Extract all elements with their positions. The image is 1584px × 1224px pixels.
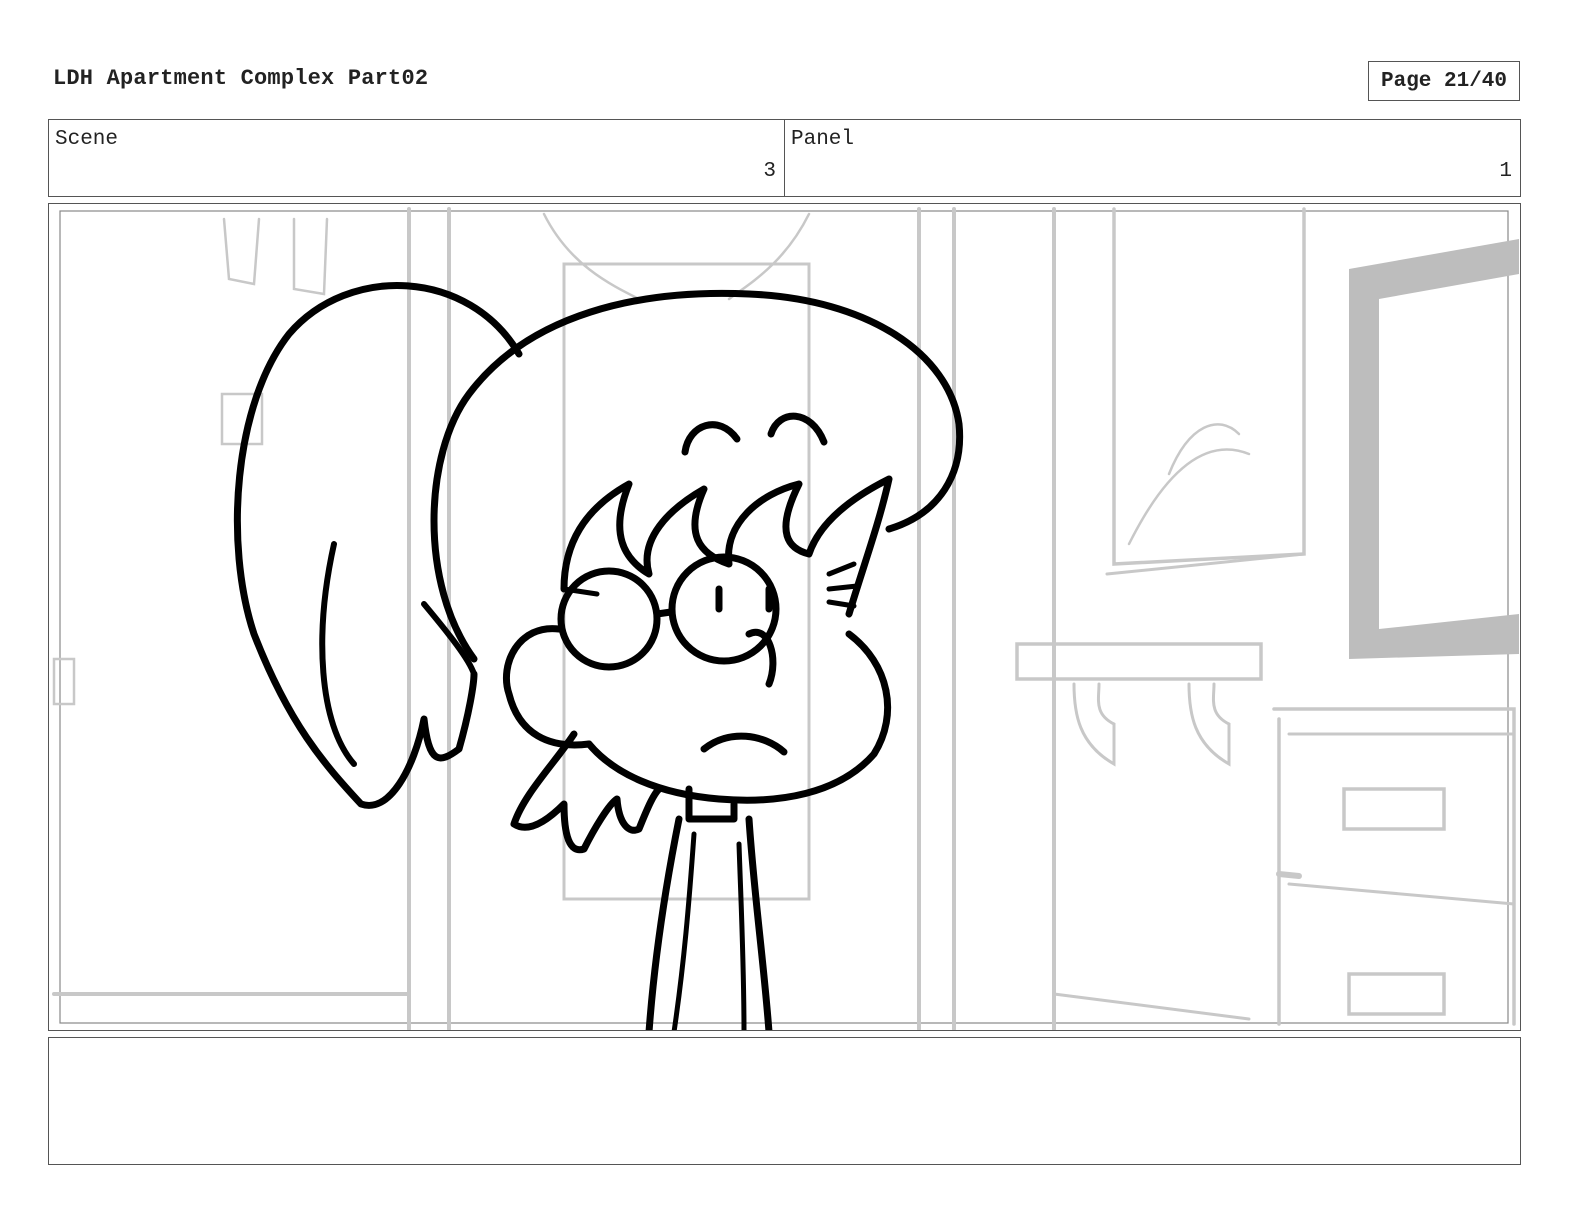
- background-layout: [52, 207, 1516, 1030]
- scene-number: 3: [763, 160, 776, 183]
- scene-panel-info: Scene 3 Panel 1: [48, 119, 1521, 197]
- character-drawing: [233, 282, 964, 1030]
- glasses-right-lens: [668, 553, 780, 665]
- body-right: [745, 815, 773, 1030]
- safe-frame-border: [59, 210, 1509, 1024]
- hair-tuft: [510, 730, 663, 854]
- panel-label: Panel: [791, 128, 855, 151]
- scene-cell: Scene 3: [49, 120, 784, 196]
- document-title: LDH Apartment Complex Part02: [53, 66, 429, 91]
- scene-label: Scene: [55, 128, 119, 151]
- body-left: [645, 815, 683, 1030]
- glasses-left-lens: [557, 567, 661, 671]
- panel-number: 1: [1499, 160, 1512, 183]
- bangs: [560, 475, 893, 618]
- storyboard-drawing: [52, 207, 1519, 1030]
- background-door: [1349, 239, 1519, 659]
- storyboard-frame: [48, 203, 1521, 1031]
- notes-box: [48, 1037, 1521, 1165]
- nose: [745, 628, 777, 688]
- mouth: [700, 732, 788, 756]
- panel-cell: Panel 1: [784, 120, 1520, 196]
- ponytail: [233, 282, 523, 809]
- page-number-box: Page 21/40: [1368, 61, 1520, 101]
- ear: [502, 625, 593, 749]
- head-outline: [430, 289, 964, 663]
